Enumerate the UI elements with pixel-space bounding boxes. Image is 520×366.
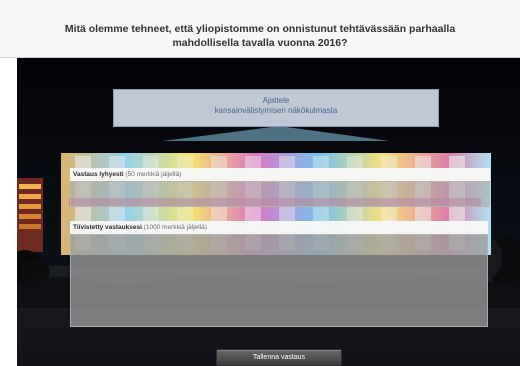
short-answer-hint: (50 merkkiä jäljellä) [125,171,182,178]
long-answer-title: Tiivistetty vastauksesi [73,224,142,231]
question-title: Mitä olemme tehneet, että yliopistomme o… [40,22,480,50]
long-answer-field[interactable] [70,234,488,327]
prompt-card: Ajattele kansainvälistymisen näkökulmast… [113,89,439,127]
short-answer-field[interactable] [70,181,490,207]
question-title-line-1: Mitä olemme tehneet, että yliopistomme o… [64,23,456,35]
long-answer-label: Tiivistetty vastauksesi (1000 merkkiä jä… [70,221,488,234]
left-lit-building-icon [17,178,43,252]
submit-button[interactable]: Tallenna vastaus [216,349,342,366]
background-stage: Ajattele kansainvälistymisen näkökulmast… [17,58,520,366]
short-answer-label: Vastaus lyhyesti (50 merkkiä jäljellä) [70,168,490,181]
question-title-line-2: mahdollisella tavalla vuonna 2016? [172,37,348,49]
prompt-title: Ajattele [262,96,290,105]
prompt-subtitle: kansainvälistymisen näkökulmasta [214,106,338,115]
answer-form-page: Mitä olemme tehneet, että yliopistomme o… [0,0,520,366]
short-answer-title: Vastaus lyhyesti [73,171,124,178]
question-header: Mitä olemme tehneet, että yliopistomme o… [0,0,520,58]
long-answer-hint: (1000 merkkiä jäljellä) [143,224,207,231]
